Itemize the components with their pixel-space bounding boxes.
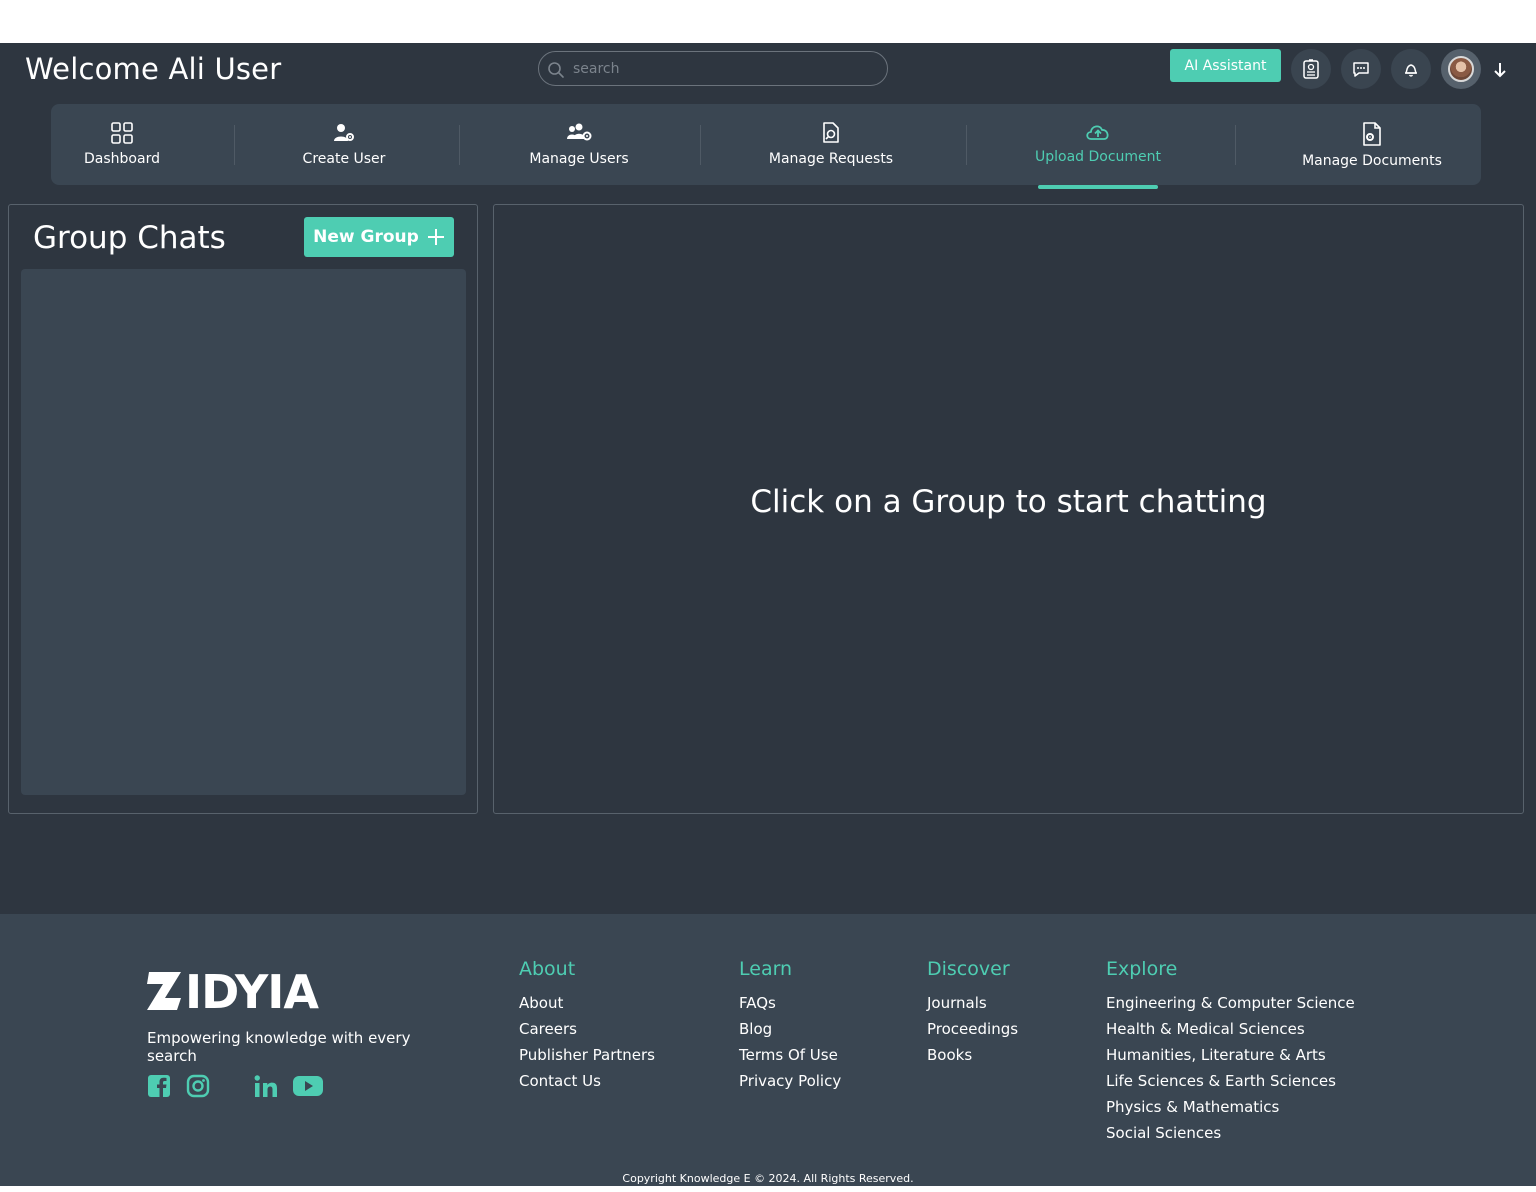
- footer-link-privacy[interactable]: Privacy Policy: [739, 1068, 841, 1094]
- footer-link-life-sciences[interactable]: Life Sciences & Earth Sciences: [1106, 1068, 1355, 1094]
- search-input[interactable]: [573, 56, 873, 82]
- footer-link-social-sciences[interactable]: Social Sciences: [1106, 1120, 1355, 1146]
- active-tab-indicator: [1038, 185, 1158, 189]
- bottom-strip: [0, 1186, 1536, 1192]
- footer-link-physics[interactable]: Physics & Mathematics: [1106, 1094, 1355, 1120]
- footer-col-title: Explore: [1106, 958, 1178, 980]
- id-card-button[interactable]: [1291, 49, 1331, 89]
- footer-col-title: Discover: [927, 958, 1010, 980]
- zidyia-logo[interactable]: IDYIA: [147, 965, 327, 1019]
- footer-tagline: Empowering knowledge with every search: [147, 1029, 411, 1065]
- nav-manage-documents[interactable]: Manage Documents: [1302, 104, 1442, 185]
- plus-icon: [427, 229, 444, 245]
- app-main: Welcome Ali User AI Assistant Dashboard …: [0, 43, 1536, 914]
- footer-link-journals[interactable]: Journals: [927, 990, 1018, 1016]
- grid-icon: [111, 122, 133, 144]
- new-group-button[interactable]: New Group: [304, 217, 454, 257]
- footer-link-humanities[interactable]: Humanities, Literature & Arts: [1106, 1042, 1355, 1068]
- search-bar[interactable]: [538, 51, 888, 86]
- arrow-down-icon[interactable]: [1492, 61, 1508, 79]
- ai-assistant-button[interactable]: AI Assistant: [1170, 49, 1281, 82]
- footer-link-publisher-partners[interactable]: Publisher Partners: [519, 1042, 655, 1068]
- nav-label: Upload Document: [1034, 149, 1162, 165]
- footer-link-contact-us[interactable]: Contact Us: [519, 1068, 655, 1094]
- svg-text:IDYIA: IDYIA: [185, 966, 319, 1014]
- footer-col-about: About About Careers Publisher Partners C…: [519, 958, 655, 1094]
- footer-link-engineering[interactable]: Engineering & Computer Science: [1106, 990, 1355, 1016]
- main-nav: Dashboard Create User Manage Users Manag…: [51, 104, 1481, 189]
- footer-link-proceedings[interactable]: Proceedings: [927, 1016, 1018, 1042]
- footer-link-terms[interactable]: Terms Of Use: [739, 1042, 841, 1068]
- nav-dashboard[interactable]: Dashboard: [74, 104, 170, 185]
- group-chats-title: Group Chats: [33, 220, 226, 256]
- chat-panel: Click on a Group to start chatting: [493, 204, 1524, 814]
- messages-button[interactable]: [1341, 49, 1381, 89]
- nav-label: Manage Documents: [1302, 153, 1442, 169]
- welcome-title: Welcome Ali User: [25, 52, 282, 86]
- nav-create-user[interactable]: Create User: [294, 104, 394, 185]
- facebook-icon[interactable]: [147, 1074, 171, 1103]
- linkedin-icon[interactable]: [253, 1074, 279, 1103]
- users-gear-icon: [567, 123, 592, 141]
- footer-col-explore: Explore Engineering & Computer Science H…: [1106, 958, 1355, 1146]
- id-badge-icon: [1303, 59, 1319, 79]
- footer-link-blog[interactable]: Blog: [739, 1016, 841, 1042]
- top-blank-strip: [0, 0, 1536, 43]
- group-list[interactable]: [21, 269, 466, 795]
- document-search-icon: [823, 122, 839, 143]
- avatar[interactable]: [1441, 49, 1481, 89]
- notifications-button[interactable]: [1391, 49, 1431, 89]
- footer-col-title: About: [519, 958, 576, 980]
- footer: IDYIA Empowering knowledge with every se…: [0, 914, 1536, 1186]
- nav-divider: [966, 125, 967, 165]
- nav-label: Manage Requests: [768, 151, 894, 167]
- cloud-upload-icon: [1086, 125, 1109, 140]
- group-chats-panel: Group Chats New Group: [8, 204, 478, 814]
- nav-upload-document[interactable]: Upload Document: [1034, 104, 1162, 189]
- footer-link-careers[interactable]: Careers: [519, 1016, 655, 1042]
- nav-manage-users[interactable]: Manage Users: [523, 104, 635, 185]
- nav-divider: [459, 125, 460, 165]
- empty-chat-message: Click on a Group to start chatting: [750, 484, 1267, 520]
- new-group-label: New Group: [313, 227, 419, 247]
- avatar-image: [1448, 56, 1474, 82]
- nav-divider: [700, 125, 701, 165]
- nav-label: Dashboard: [84, 151, 160, 167]
- bell-icon: [1405, 64, 1417, 77]
- search-icon: [548, 62, 564, 78]
- nav-manage-requests[interactable]: Manage Requests: [765, 104, 897, 185]
- nav-label: Create User: [302, 151, 386, 167]
- chat-icon: [1353, 62, 1369, 77]
- footer-col-discover: Discover Journals Proceedings Books: [927, 958, 1018, 1068]
- instagram-icon[interactable]: [186, 1074, 210, 1103]
- footer-link-faqs[interactable]: FAQs: [739, 990, 841, 1016]
- footer-link-about[interactable]: About: [519, 990, 655, 1016]
- copyright: Copyright Knowledge E © 2024. All Rights…: [622, 1172, 914, 1185]
- user-gear-icon: [334, 124, 354, 141]
- document-gear-icon: [1363, 122, 1381, 146]
- nav-divider: [234, 125, 235, 165]
- nav-label: Manage Users: [529, 151, 629, 167]
- youtube-icon[interactable]: [293, 1074, 323, 1103]
- footer-col-title: Learn: [739, 958, 793, 980]
- footer-link-health[interactable]: Health & Medical Sciences: [1106, 1016, 1355, 1042]
- footer-col-learn: Learn FAQs Blog Terms Of Use Privacy Pol…: [739, 958, 841, 1094]
- nav-divider: [1235, 125, 1236, 165]
- footer-link-books[interactable]: Books: [927, 1042, 1018, 1068]
